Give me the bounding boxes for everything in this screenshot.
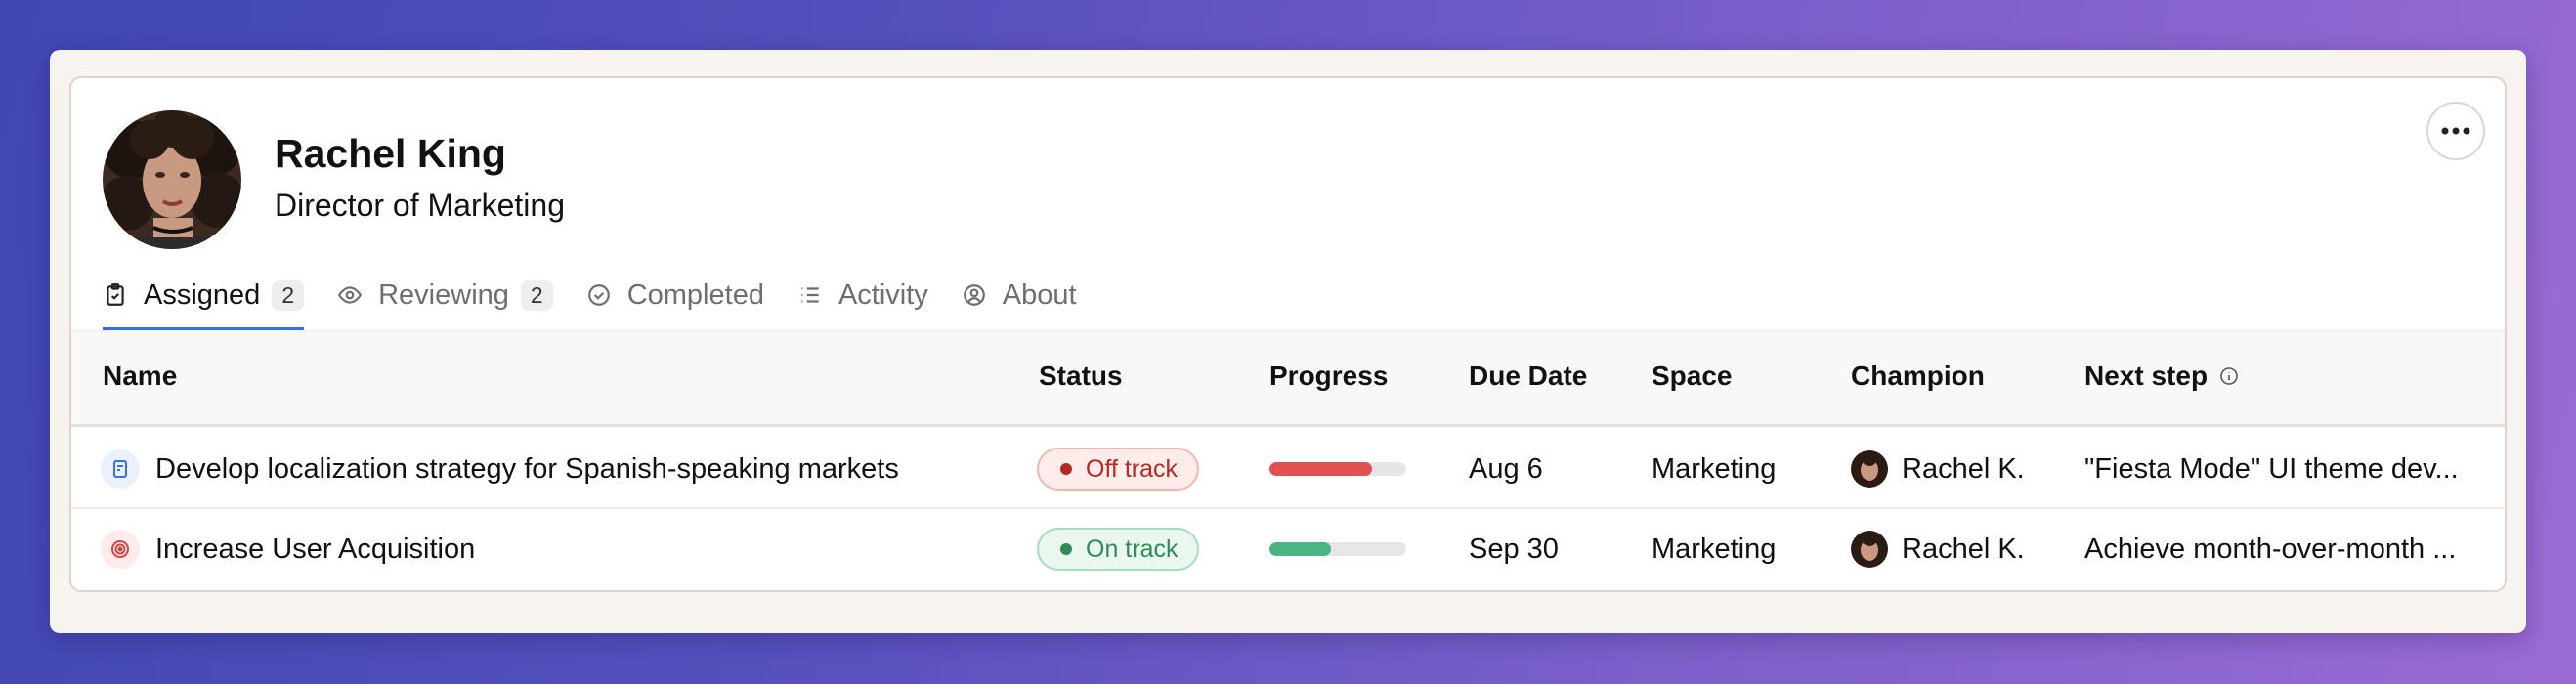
row-space[interactable]: Marketing bbox=[1652, 509, 1776, 589]
page-frame: Rachel King Director of Marketing Assign… bbox=[50, 50, 2526, 633]
status-label: Off track bbox=[1086, 454, 1179, 483]
column-header-space[interactable]: Space bbox=[1652, 361, 1733, 392]
row-name[interactable]: Develop localization strategy for Spanis… bbox=[155, 453, 899, 486]
next-step-text[interactable]: Achieve month-over-month ... bbox=[2084, 509, 2456, 589]
more-horizontal-icon bbox=[2441, 127, 2470, 135]
check-circle-icon bbox=[587, 284, 610, 306]
row-name[interactable]: Increase User Acquisition bbox=[155, 534, 475, 566]
column-header-label: Next step bbox=[2084, 361, 2209, 391]
eye-icon bbox=[338, 286, 363, 304]
column-header-champion[interactable]: Champion bbox=[1851, 361, 1985, 392]
tab-activity[interactable]: Activity bbox=[797, 270, 928, 321]
avatar bbox=[1851, 450, 1888, 488]
column-header-progress[interactable]: Progress bbox=[1269, 361, 1388, 392]
row-status-cell: Off track bbox=[1037, 429, 1200, 509]
row-progress-cell bbox=[1269, 429, 1406, 509]
tab-reviewing[interactable]: Reviewing 2 bbox=[337, 270, 553, 321]
clipboard-icon bbox=[107, 283, 124, 306]
row-due-date: Sep 30 bbox=[1469, 533, 1559, 565]
status-label: On track bbox=[1086, 534, 1179, 563]
tab-about[interactable]: About bbox=[962, 270, 1077, 321]
status-badge: Off track bbox=[1037, 448, 1200, 491]
champion-name[interactable]: Rachel K. bbox=[1902, 453, 2025, 486]
tab-label: Assigned bbox=[144, 278, 261, 311]
row-progress-cell bbox=[1269, 509, 1406, 589]
row-status-cell: On track bbox=[1037, 509, 1200, 589]
column-header-due-date[interactable]: Due Date bbox=[1469, 361, 1587, 392]
table-row[interactable]: Increase User Acquisition On track Sep 3… bbox=[71, 509, 2505, 589]
profile-title: Director of Marketing bbox=[275, 188, 565, 223]
progress-fill bbox=[1269, 542, 1331, 556]
status-dot bbox=[1060, 463, 1072, 475]
more-options-button[interactable] bbox=[2426, 102, 2485, 160]
profile-card: Rachel King Director of Marketing Assign… bbox=[69, 76, 2507, 592]
progress-bar bbox=[1269, 462, 1406, 476]
status-badge: On track bbox=[1037, 528, 1200, 571]
tab-label: Reviewing bbox=[378, 278, 509, 311]
tab-assigned[interactable]: Assigned 2 bbox=[103, 270, 305, 330]
user-circle-icon bbox=[963, 284, 985, 306]
table-header: Name Status Progress Due Date Space Cham… bbox=[71, 330, 2505, 427]
tab-bar: Assigned 2 Reviewing 2 Completed Activit… bbox=[103, 270, 1110, 330]
column-header-name[interactable]: Name bbox=[103, 361, 177, 392]
status-dot bbox=[1060, 543, 1072, 555]
avatar bbox=[103, 110, 241, 249]
champion-name[interactable]: Rachel K. bbox=[1902, 534, 2025, 566]
column-header-next-step[interactable]: Next step bbox=[2084, 361, 2239, 392]
row-champion-cell: Rachel K. bbox=[1851, 509, 2025, 589]
tab-label: Activity bbox=[837, 278, 928, 311]
project-icon bbox=[101, 449, 140, 489]
progress-bar bbox=[1269, 542, 1406, 556]
info-icon[interactable] bbox=[2219, 366, 2239, 386]
tab-label: About bbox=[1002, 278, 1077, 311]
next-step-text[interactable]: "Fiesta Mode" UI theme dev... bbox=[2084, 429, 2459, 509]
list-icon bbox=[801, 287, 819, 303]
profile-name: Rachel King bbox=[275, 131, 506, 176]
row-next-step-cell: Achieve month-over-month ... bbox=[2084, 509, 2485, 589]
tab-label: Completed bbox=[626, 278, 764, 311]
target-icon bbox=[101, 530, 140, 569]
row-next-step-cell: "Fiesta Mode" UI theme dev... bbox=[2084, 429, 2485, 509]
row-space[interactable]: Marketing bbox=[1652, 429, 1776, 509]
row-name-cell: Develop localization strategy for Spanis… bbox=[101, 429, 899, 509]
tab-count-badge: 2 bbox=[272, 279, 305, 311]
tab-completed[interactable]: Completed bbox=[586, 270, 764, 321]
column-header-status[interactable]: Status bbox=[1039, 361, 1123, 392]
progress-fill bbox=[1269, 462, 1372, 476]
avatar bbox=[1851, 531, 1888, 568]
row-name-cell: Increase User Acquisition bbox=[101, 509, 475, 589]
row-champion-cell: Rachel K. bbox=[1851, 429, 2025, 509]
tab-count-badge: 2 bbox=[520, 279, 553, 311]
table-row[interactable]: Develop localization strategy for Spanis… bbox=[71, 429, 2505, 509]
row-due-date: Aug 6 bbox=[1469, 452, 1543, 485]
